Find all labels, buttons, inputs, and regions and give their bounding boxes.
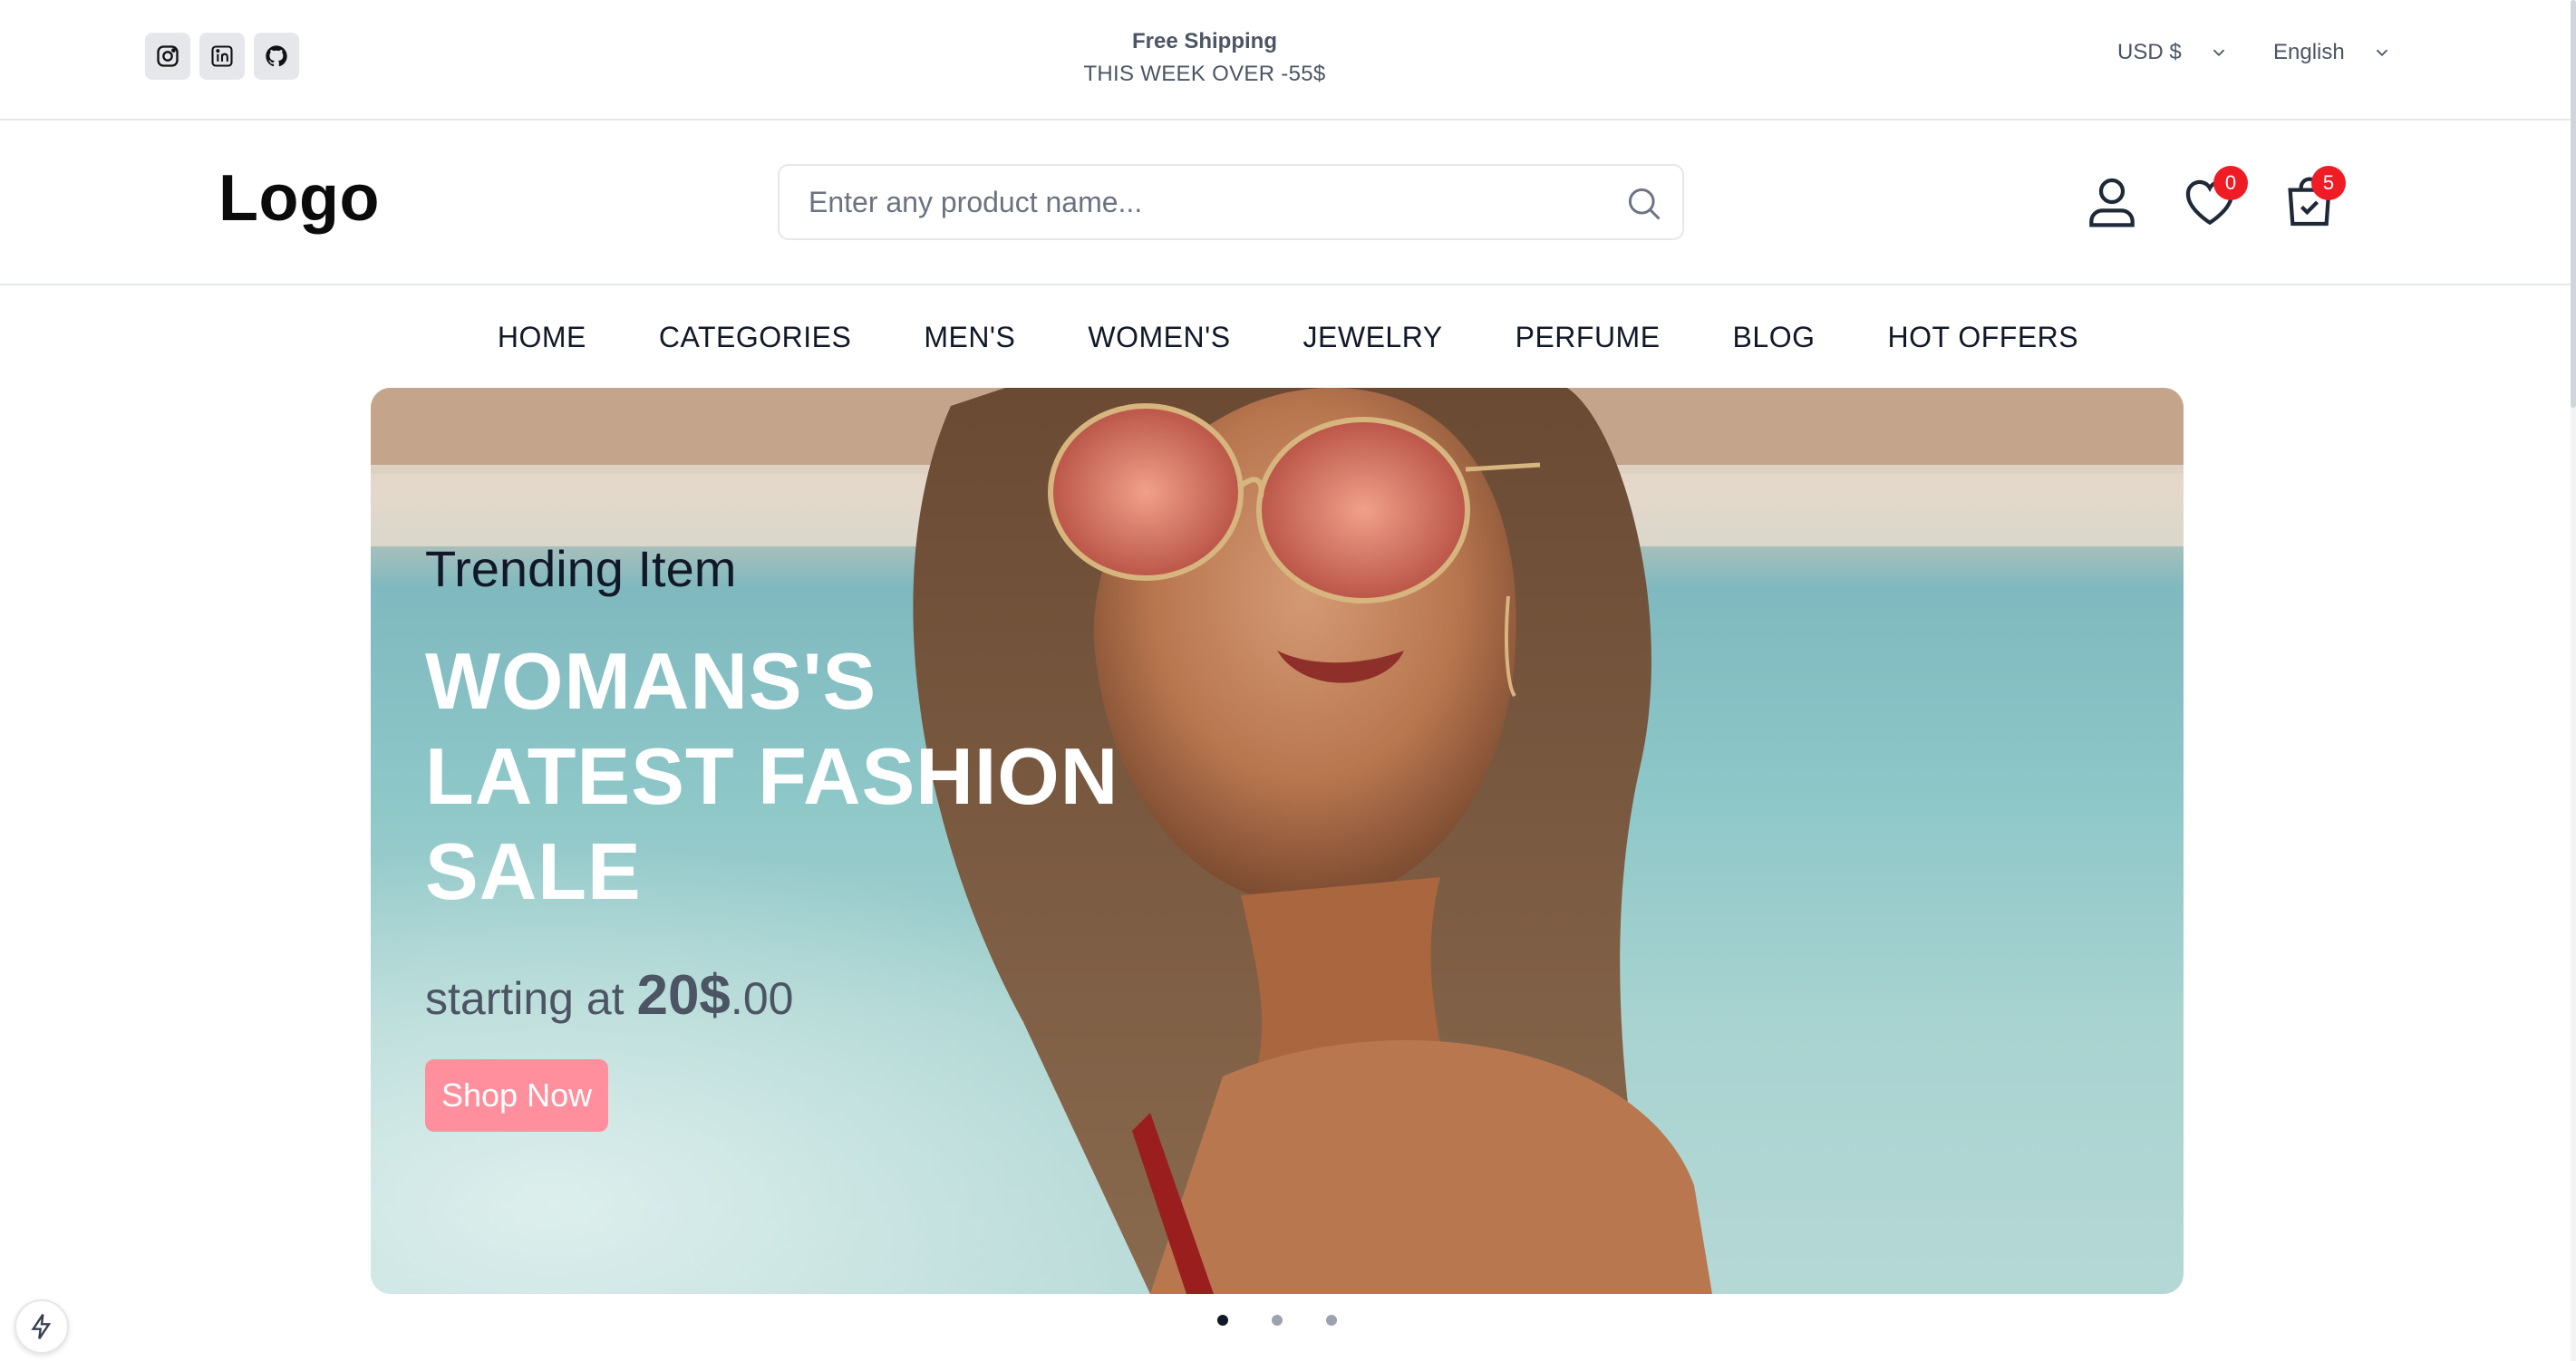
cart-count-badge: 5 [2311, 166, 2346, 200]
dev-tools-button[interactable] [15, 1299, 69, 1354]
price-prefix: starting at [425, 973, 625, 1024]
nav-hot-offers[interactable]: HOT OFFERS [1887, 308, 2078, 368]
account-button[interactable] [2083, 173, 2146, 236]
scrollbar-thumb[interactable] [2571, 0, 2576, 408]
currency-select[interactable]: USD $ [2117, 40, 2229, 65]
price-main: 20$ [636, 964, 731, 1027]
hero-banner: Trending Item WOMANS'S LATEST FASHION SA… [371, 388, 2184, 1294]
price-cents: .00 [730, 973, 794, 1024]
nav-blog[interactable]: BLOG [1733, 308, 1816, 368]
carousel-dot-1[interactable] [1217, 1315, 1228, 1326]
carousel-dot-3[interactable] [1326, 1315, 1337, 1326]
language-select[interactable]: English [2273, 40, 2392, 65]
user-icon [2089, 178, 2135, 227]
hero-eyebrow: Trending Item [425, 540, 737, 597]
linkedin-link[interactable] [199, 33, 245, 80]
shipping-banner: Free Shipping THIS WEEK OVER -55$ [1023, 25, 1386, 91]
carousel-dot-2[interactable] [1272, 1315, 1283, 1326]
github-link[interactable] [254, 33, 299, 80]
instagram-link[interactable] [145, 33, 190, 80]
cart-button[interactable]: 5 [2281, 166, 2346, 236]
chevron-down-icon [2376, 49, 2387, 57]
shipping-subtitle: THIS WEEK OVER -55$ [1083, 62, 1326, 86]
page: Free Shipping THIS WEEK OVER -55$ USD $ … [0, 0, 2576, 1361]
header: Logo 0 [0, 121, 2576, 285]
chevron-down-icon [2213, 49, 2224, 57]
carousel-dots [1217, 1315, 1337, 1326]
nav-home[interactable]: HOME [498, 308, 586, 368]
search-button[interactable] [1622, 182, 1666, 226]
social-links [145, 33, 299, 80]
shipping-title: Free Shipping [1131, 29, 1277, 53]
github-icon [266, 45, 287, 67]
hero-title: WOMANS'S LATEST FASHION SALE [425, 636, 1119, 916]
language-label: English [2273, 40, 2345, 64]
currency-label: USD $ [2117, 40, 2182, 64]
search-box [778, 164, 1684, 240]
instagram-icon [157, 45, 179, 67]
shop-now-button[interactable]: Shop Now [425, 1059, 609, 1132]
search-icon [1628, 188, 1661, 220]
lightning-icon [31, 1314, 52, 1339]
linkedin-icon [211, 45, 233, 67]
nav-categories[interactable]: CATEGORIES [659, 308, 851, 368]
nav-perfume[interactable]: PERFUME [1516, 308, 1661, 368]
hero-content: Trending Item WOMANS'S LATEST FASHION SA… [425, 537, 1150, 1132]
wishlist-button[interactable]: 0 [2181, 166, 2248, 236]
nav-womens[interactable]: WOMEN'S [1088, 308, 1230, 368]
search-input[interactable] [780, 166, 1595, 238]
main-nav: HOME CATEGORIES MEN'S WOMEN'S JEWELRY PE… [0, 308, 2576, 368]
nav-jewelry[interactable]: JEWELRY [1303, 308, 1443, 368]
logo[interactable]: Logo [218, 161, 380, 236]
hero-price: starting at 20$.00 [425, 964, 1150, 1030]
topbar: Free Shipping THIS WEEK OVER -55$ USD $ … [0, 0, 2576, 121]
nav-mens[interactable]: MEN'S [924, 308, 1015, 368]
wishlist-count-badge: 0 [2213, 166, 2248, 200]
